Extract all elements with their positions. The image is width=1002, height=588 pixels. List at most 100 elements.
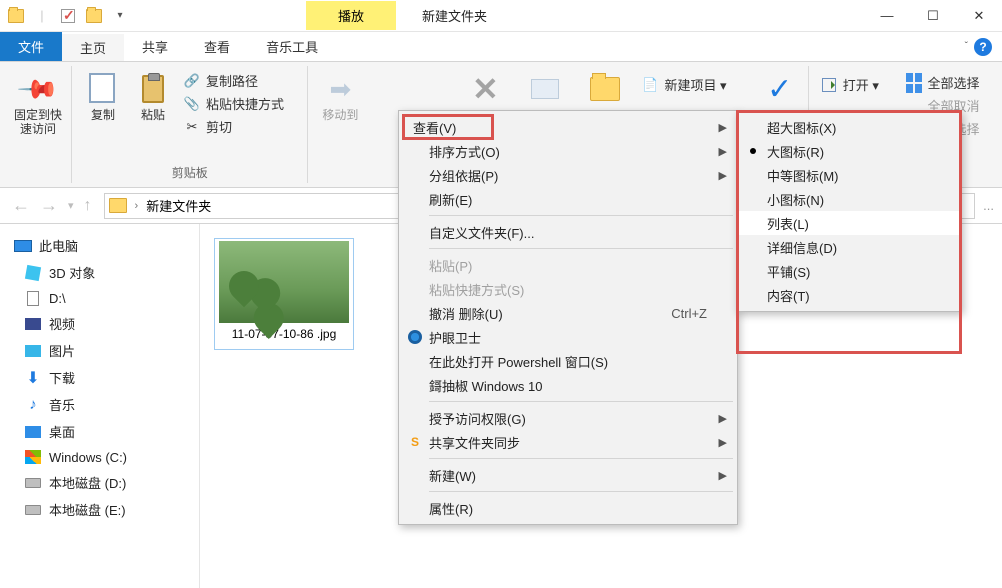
ctx-share-sync[interactable]: S共享文件夹同步▶ — [401, 430, 735, 454]
up-button[interactable]: ↑ — [80, 195, 96, 217]
open-dropdown-button[interactable]: 打开 ▾ — [819, 74, 884, 95]
copy-path-button[interactable]: 🔗复制路径 — [182, 70, 286, 91]
tab-home[interactable]: 主页 — [62, 32, 124, 61]
properties-check-icon[interactable] — [58, 6, 78, 26]
tree-drive-c[interactable]: Windows (C:) — [0, 445, 199, 469]
breadcrumb-separator-icon: › — [135, 200, 139, 212]
ctx-group[interactable]: 分组依据(P)▶ — [401, 163, 735, 187]
tree-d-root[interactable]: D:\ — [0, 286, 199, 310]
submenu-arrow-icon: ▶ — [719, 436, 727, 449]
quick-access-toolbar: | ▾ — [0, 6, 136, 26]
tab-music-tools[interactable]: 音乐工具 — [248, 32, 336, 61]
folder-icon[interactable] — [6, 6, 26, 26]
tree-drive-e[interactable]: 本地磁盘 (E:) — [0, 496, 199, 523]
tab-view[interactable]: 查看 — [186, 32, 248, 61]
submenu-arrow-icon: ▶ — [719, 412, 727, 425]
view-extra-large[interactable]: 超大图标(X) — [739, 115, 959, 139]
view-submenu: 超大图标(X) 大图标(R) 中等图标(M) 小图标(N) 列表(L) 详细信息… — [736, 110, 962, 312]
cut-icon: ✂ — [184, 119, 200, 135]
select-all-icon — [906, 73, 922, 93]
ctx-sort[interactable]: 排序方式(O)▶ — [401, 139, 735, 163]
new-folder-qat-icon[interactable] — [84, 6, 104, 26]
paste-shortcut-button[interactable]: 📎粘贴快捷方式 — [182, 93, 286, 114]
ctx-windows10[interactable]: 鎶抽椒 Windows 10 — [401, 373, 735, 397]
sync-icon: S — [411, 435, 419, 449]
copy-button[interactable]: 复制 — [78, 68, 128, 161]
window-controls: — ☐ ✕ — [864, 0, 1002, 32]
paste-shortcut-icon: 📎 — [184, 96, 200, 112]
paste-icon — [142, 75, 164, 103]
view-large[interactable]: 大图标(R) — [739, 139, 959, 163]
tree-pictures[interactable]: 图片 — [0, 337, 199, 364]
close-button[interactable]: ✕ — [956, 0, 1002, 32]
view-details[interactable]: 详细信息(D) — [739, 235, 959, 259]
tree-desktop[interactable]: 桌面 — [0, 418, 199, 445]
ctx-customize-folder[interactable]: 自定义文件夹(F)... — [401, 220, 735, 244]
cut-button[interactable]: ✂剪切 — [182, 116, 286, 137]
window-title: 新建文件夹 — [422, 6, 487, 25]
recent-locations-chevron-icon[interactable]: ▾ — [64, 197, 78, 214]
this-pc-icon — [14, 240, 32, 252]
file-thumbnail[interactable]: 11-07-57-10-86 .jpg — [214, 238, 354, 350]
tree-drive-d[interactable]: 本地磁盘 (D:) — [0, 469, 199, 496]
minimize-button[interactable]: — — [864, 0, 910, 32]
ctx-powershell[interactable]: 在此处打开 Powershell 窗口(S) — [401, 349, 735, 373]
ctx-properties[interactable]: 属性(R) — [401, 496, 735, 520]
ctx-new[interactable]: 新建(W)▶ — [401, 463, 735, 487]
music-icon: ♪ — [29, 396, 37, 413]
view-tiles[interactable]: 平铺(S) — [739, 259, 959, 283]
address-folder-icon — [109, 198, 127, 213]
submenu-arrow-icon: ▶ — [719, 469, 727, 482]
maximize-button[interactable]: ☐ — [910, 0, 956, 32]
ctx-paste: 粘贴(P) — [401, 253, 735, 277]
document-icon — [27, 291, 39, 306]
view-small[interactable]: 小图标(N) — [739, 187, 959, 211]
new-item-button[interactable]: 📄新建项目 ▾ — [640, 74, 738, 95]
tree-3d-objects[interactable]: 3D 对象 — [0, 259, 199, 286]
ctx-paste-shortcut: 粘贴快捷方式(S) — [401, 277, 735, 301]
pin-icon: 📌 — [16, 67, 61, 112]
new-folder-icon — [590, 77, 620, 101]
select-all-button[interactable]: 全部选择 — [904, 72, 992, 93]
shield-icon — [408, 330, 422, 344]
ctx-undo-delete[interactable]: 撤消 删除(U)Ctrl+Z — [401, 301, 735, 325]
ctx-separator — [429, 491, 733, 492]
view-list[interactable]: 列表(L) — [739, 211, 959, 235]
ctx-huyan[interactable]: 护眼卫士 — [401, 325, 735, 349]
view-content[interactable]: 内容(T) — [739, 283, 959, 307]
submenu-arrow-icon: ▶ — [719, 169, 727, 182]
ctx-view-row[interactable]: 查看(V)▶ — [401, 115, 735, 139]
tree-this-pc[interactable]: 此电脑 — [0, 232, 199, 259]
breadcrumb-folder[interactable]: 新建文件夹 — [146, 196, 211, 215]
ctx-separator — [429, 215, 733, 216]
ctx-grant-access[interactable]: 授予访问权限(G)▶ — [401, 406, 735, 430]
tab-share[interactable]: 共享 — [124, 32, 186, 61]
forward-button[interactable]: → — [36, 193, 62, 218]
context-menu: 查看(V) 查看(V)▶ 排序方式(O)▶ 分组依据(P)▶ 刷新(E) 自定义… — [398, 110, 738, 525]
new-item-icon: 📄 — [642, 77, 658, 93]
tree-downloads[interactable]: ⬇下载 — [0, 364, 199, 391]
selected-dot-icon — [750, 148, 756, 154]
help-icon[interactable]: ? — [974, 38, 992, 56]
tree-videos[interactable]: 视频 — [0, 310, 199, 337]
move-to-button[interactable]: ➡ 移动到 — [314, 68, 366, 181]
picture-icon — [25, 345, 41, 357]
back-button[interactable]: ← — [8, 193, 34, 218]
drive-icon — [25, 478, 41, 488]
tab-file[interactable]: 文件 — [0, 32, 62, 61]
submenu-arrow-icon: ▶ — [719, 145, 727, 158]
ctx-refresh[interactable]: 刷新(E) — [401, 187, 735, 211]
view-medium[interactable]: 中等图标(M) — [739, 163, 959, 187]
ctx-shortcut: Ctrl+Z — [671, 306, 707, 321]
collapse-ribbon-chevron-icon[interactable]: ˇ — [965, 41, 968, 52]
qat-customize-chevron-icon[interactable]: ▾ — [110, 6, 130, 26]
download-icon: ⬇ — [26, 368, 39, 388]
properties-check-icon: ✓ — [767, 72, 792, 107]
contextual-tab-play[interactable]: 播放 — [306, 1, 396, 30]
thumbnail-image — [219, 241, 349, 323]
copy-path-icon: 🔗 — [184, 73, 200, 89]
paste-button[interactable]: 粘贴 — [128, 68, 178, 161]
search-hint-stub: ... — [983, 198, 994, 213]
pin-quick-access-button[interactable]: 📌 固定到快 速访问 — [6, 68, 70, 181]
tree-music[interactable]: ♪音乐 — [0, 391, 199, 418]
